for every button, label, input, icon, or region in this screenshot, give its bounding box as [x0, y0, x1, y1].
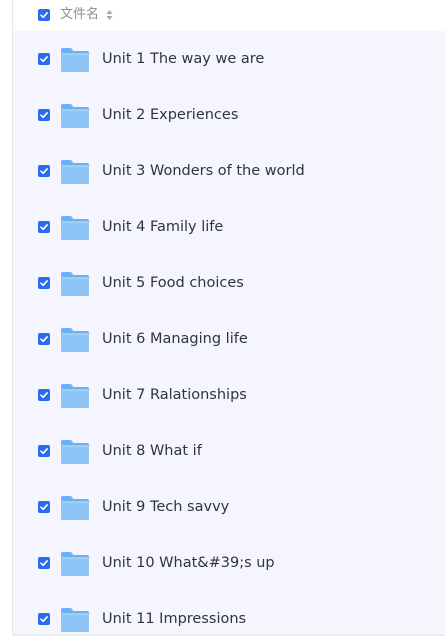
list-item[interactable]: Unit 5 Food choices — [13, 255, 445, 311]
list-item[interactable]: Unit 2 Experiences — [13, 87, 445, 143]
file-name[interactable]: Unit 3 Wonders of the world — [102, 161, 305, 181]
checkmark-icon — [40, 336, 48, 343]
file-browser: 文件名 Unit 1 The way we are Unit 2 Experien… — [0, 0, 445, 636]
row-checkbox[interactable] — [38, 389, 50, 401]
checkmark-icon — [40, 280, 48, 287]
row-checkbox[interactable] — [38, 53, 50, 65]
folder-icon — [61, 608, 89, 632]
file-name[interactable]: Unit 5 Food choices — [102, 273, 244, 293]
folder-icon — [61, 496, 89, 520]
list-item[interactable]: Unit 10 What&#39;s up — [13, 535, 445, 591]
checkmark-icon — [40, 224, 48, 231]
file-name[interactable]: Unit 9 Tech savvy — [102, 497, 229, 517]
row-checkbox[interactable] — [38, 501, 50, 513]
checkmark-icon — [40, 392, 48, 399]
select-all-checkbox[interactable] — [38, 9, 50, 21]
row-checkbox[interactable] — [38, 613, 50, 625]
checkmark-icon — [40, 56, 48, 63]
file-name[interactable]: Unit 8 What if — [102, 441, 202, 461]
file-name[interactable]: Unit 10 What&#39;s up — [102, 553, 275, 573]
list-item[interactable]: Unit 11 Impressions — [13, 591, 445, 636]
folder-icon — [61, 328, 89, 352]
list-item[interactable]: Unit 9 Tech savvy — [13, 479, 445, 535]
row-checkbox[interactable] — [38, 557, 50, 569]
file-name[interactable]: Unit 1 The way we are — [102, 49, 264, 69]
checkmark-icon — [40, 448, 48, 455]
list-item[interactable]: Unit 8 What if — [13, 423, 445, 479]
checkmark-icon — [40, 168, 48, 175]
row-checkbox[interactable] — [38, 445, 50, 457]
folder-icon — [61, 384, 89, 408]
sort-updown-icon[interactable] — [106, 9, 113, 21]
file-name[interactable]: Unit 6 Managing life — [102, 329, 248, 349]
file-name[interactable]: Unit 2 Experiences — [102, 105, 238, 125]
folder-icon — [61, 216, 89, 240]
file-name[interactable]: Unit 7 Ralationships — [102, 385, 247, 405]
list-item[interactable]: Unit 7 Ralationships — [13, 367, 445, 423]
file-name[interactable]: Unit 4 Family life — [102, 217, 223, 237]
folder-icon — [61, 272, 89, 296]
checkmark-icon — [40, 12, 48, 19]
file-name[interactable]: Unit 11 Impressions — [102, 609, 246, 629]
row-checkbox[interactable] — [38, 333, 50, 345]
list-item[interactable]: Unit 1 The way we are — [13, 31, 445, 87]
checkmark-icon — [40, 616, 48, 623]
folder-icon — [61, 160, 89, 184]
checkmark-icon — [40, 112, 48, 119]
row-checkbox[interactable] — [38, 277, 50, 289]
folder-icon — [61, 440, 89, 464]
file-list-header: 文件名 — [13, 0, 445, 31]
row-checkbox[interactable] — [38, 221, 50, 233]
row-checkbox[interactable] — [38, 165, 50, 177]
row-checkbox[interactable] — [38, 109, 50, 121]
folder-icon — [61, 48, 89, 72]
folder-icon — [61, 104, 89, 128]
checkmark-icon — [40, 560, 48, 567]
folder-icon — [61, 552, 89, 576]
column-header-filename[interactable]: 文件名 — [60, 7, 99, 23]
list-item[interactable]: Unit 6 Managing life — [13, 311, 445, 367]
list-item[interactable]: Unit 3 Wonders of the world — [13, 143, 445, 199]
file-list: Unit 1 The way we are Unit 2 Experiences U… — [13, 31, 445, 636]
list-item[interactable]: Unit 4 Family life — [13, 199, 445, 255]
checkmark-icon — [40, 504, 48, 511]
